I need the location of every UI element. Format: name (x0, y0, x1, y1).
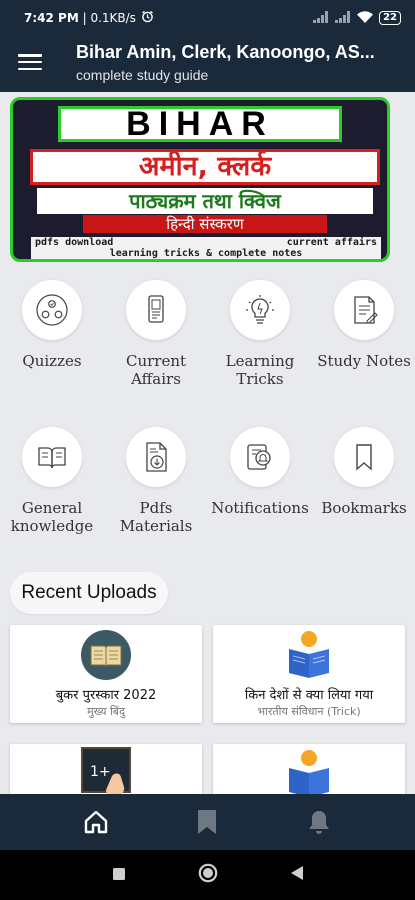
system-nav-bar (0, 850, 415, 900)
grid-item-general-knowledge[interactable]: General knowledge (0, 427, 104, 535)
pdf-download-icon (126, 427, 186, 487)
current-affairs-icon (126, 280, 186, 340)
wifi-icon (357, 10, 374, 26)
recent-card[interactable]: किन देशों से क्या लिया गया भारतीय संविधा… (213, 625, 405, 723)
signal-icon (313, 10, 329, 26)
grid-item-learning-tricks[interactable]: Learning Tricks (208, 280, 312, 388)
blackboard-thumb-icon: 1+ (81, 747, 131, 794)
home-icon[interactable] (81, 807, 111, 837)
grid-item-study-notes[interactable]: Study Notes (312, 280, 415, 370)
recents-button[interactable] (112, 866, 126, 885)
svg-text:1+: 1+ (90, 764, 111, 780)
grid-item-quizzes[interactable]: Quizzes (0, 280, 104, 370)
back-button[interactable] (290, 865, 304, 885)
banner-title: BIHAR (58, 106, 342, 142)
home-button[interactable] (198, 863, 218, 887)
app-title: Bihar Amin, Clerk, Kanoongo, AS... (76, 42, 375, 62)
grid-label: Quizzes (22, 352, 82, 370)
app-bar: Bihar Amin, Clerk, Kanoongo, AS... compl… (0, 36, 415, 92)
grid-item-bookmarks[interactable]: Bookmarks (312, 427, 415, 517)
grid-item-notifications[interactable]: Notifications (208, 427, 312, 517)
grid-label: Notifications (211, 499, 309, 517)
notifications-icon (230, 427, 290, 487)
main-content: BIHAR अमीन, क्लर्क पाठ्यक्रम तथा क्विज ह… (0, 92, 415, 794)
reader-thumb-icon (289, 631, 329, 678)
recent-card[interactable] (213, 744, 405, 794)
quiz-icon (22, 280, 82, 340)
bookmark-icon[interactable] (192, 807, 222, 837)
status-time: 7:42 PM (24, 11, 79, 25)
alarm-icon (141, 10, 154, 26)
grid-label: Current Affairs (125, 352, 187, 388)
status-separator: | (78, 11, 91, 25)
grid-label: Pdfs Materials (119, 499, 193, 535)
card-subtitle: भारतीय संविधान (Trick) (257, 705, 361, 718)
grid-item-pdfs-materials[interactable]: Pdfs Materials (104, 427, 208, 535)
card-title: बुकर पुरस्कार 2022 (55, 688, 157, 703)
bottom-nav (0, 794, 415, 850)
banner-features: pdfs download current affairs learning t… (31, 237, 381, 259)
book-open-icon (22, 427, 82, 487)
recent-card[interactable]: 1+ (10, 744, 202, 794)
grid-label: General knowledge (10, 499, 94, 535)
grid-label: Learning Tricks (225, 352, 295, 388)
card-title: किन देशों से क्या लिया गया (244, 688, 374, 703)
banner-feature: learning tricks & complete notes (109, 248, 303, 259)
reader-thumb-icon (289, 750, 329, 794)
card-subtitle: मुख्य बिंदु (87, 705, 125, 718)
study-notes-icon (334, 280, 394, 340)
book-thumb-icon (81, 630, 131, 680)
menu-icon[interactable] (18, 52, 42, 72)
banner-feature: current affairs (286, 237, 377, 248)
banner-edition: हिन्दी संस्करण (83, 215, 327, 233)
battery-icon: 22 (379, 11, 401, 25)
banner-tagline: पाठ्यक्रम तथा क्विज (37, 188, 373, 214)
bookmark-icon (334, 427, 394, 487)
app-subtitle: complete study guide (76, 67, 209, 83)
status-bar: 7:42 PM | 0.1KB/s 22 (0, 0, 415, 36)
promo-banner[interactable]: BIHAR अमीन, क्लर्क पाठ्यक्रम तथा क्विज ह… (10, 97, 390, 262)
grid-label: Study Notes (317, 352, 411, 370)
signal-icon (335, 10, 351, 26)
banner-feature: pdfs download (35, 237, 114, 248)
recent-uploads-heading: Recent Uploads (10, 572, 168, 614)
banner-subtitle: अमीन, क्लर्क (30, 149, 380, 185)
recent-card[interactable]: बुकर पुरस्कार 2022 मुख्य बिंदु (10, 625, 202, 723)
grid-item-current-affairs[interactable]: Current Affairs (104, 280, 208, 388)
status-speed: 0.1KB/s (90, 11, 136, 25)
lightbulb-icon (230, 280, 290, 340)
grid-label: Bookmarks (321, 499, 407, 517)
notifications-icon[interactable] (304, 807, 334, 837)
